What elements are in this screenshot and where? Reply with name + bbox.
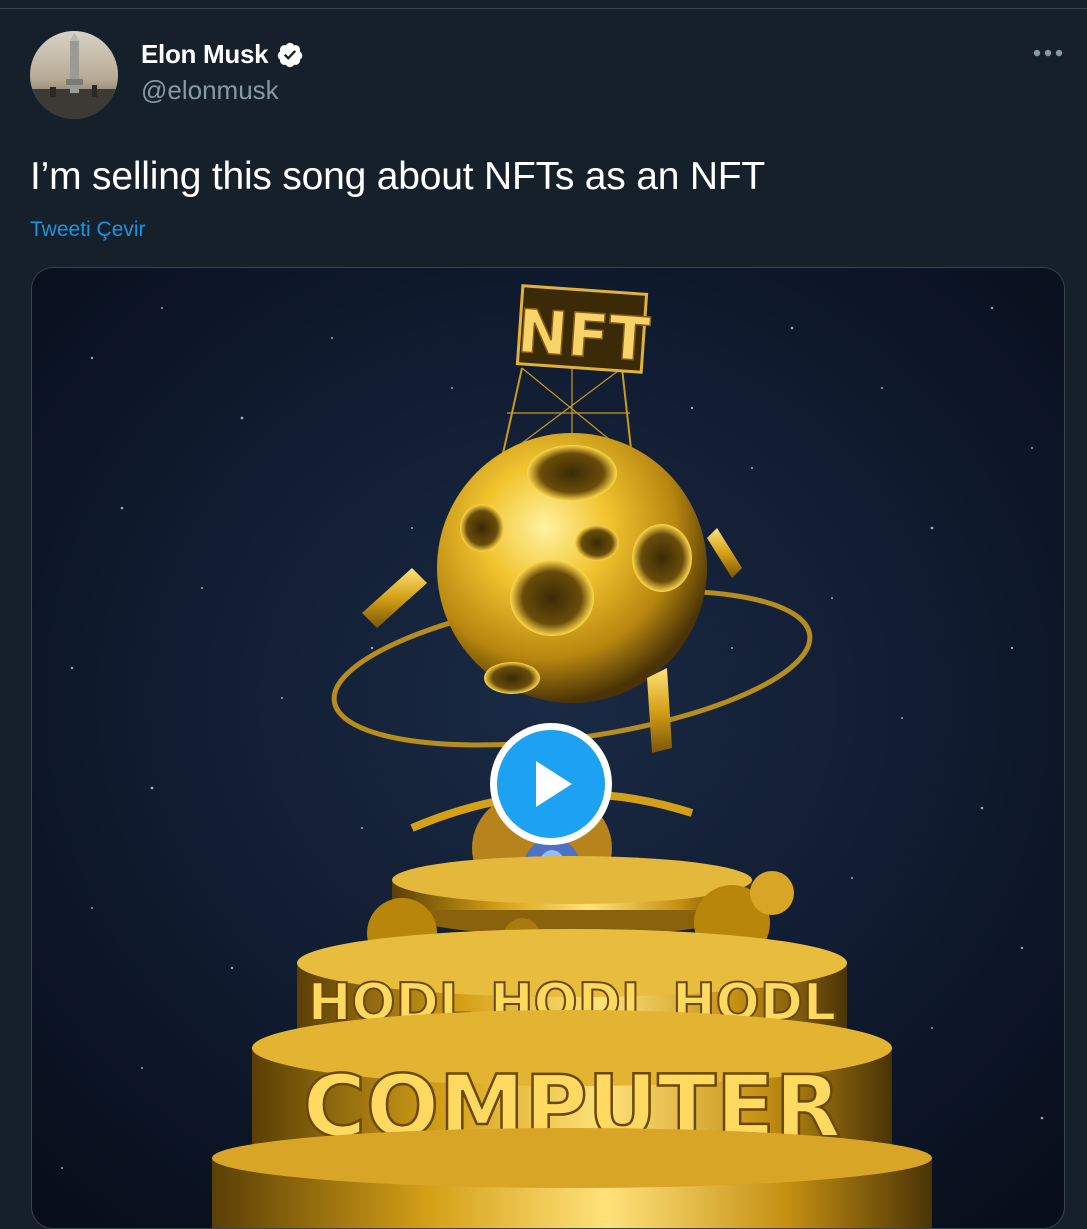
more-options-icon[interactable] [1028,39,1068,67]
video-player[interactable]: NFT HODL HODL HODL COMPUTER [31,267,1065,1229]
user-handle[interactable]: @elonmusk [141,75,279,106]
play-icon [497,730,605,838]
top-divider [0,0,1087,9]
avatar[interactable] [30,31,118,119]
verified-badge-icon [278,42,303,67]
play-button[interactable] [490,723,612,845]
tweet-card[interactable]: Elon Musk @elonmusk I’m selling this son… [0,9,1087,1229]
svg-text:NFT: NFT [515,297,652,376]
display-name[interactable]: Elon Musk [141,39,269,70]
translate-tweet-link[interactable]: Tweeti Çevir [30,218,146,242]
tweet-text: I’m selling this song about NFTs as an N… [30,155,766,198]
